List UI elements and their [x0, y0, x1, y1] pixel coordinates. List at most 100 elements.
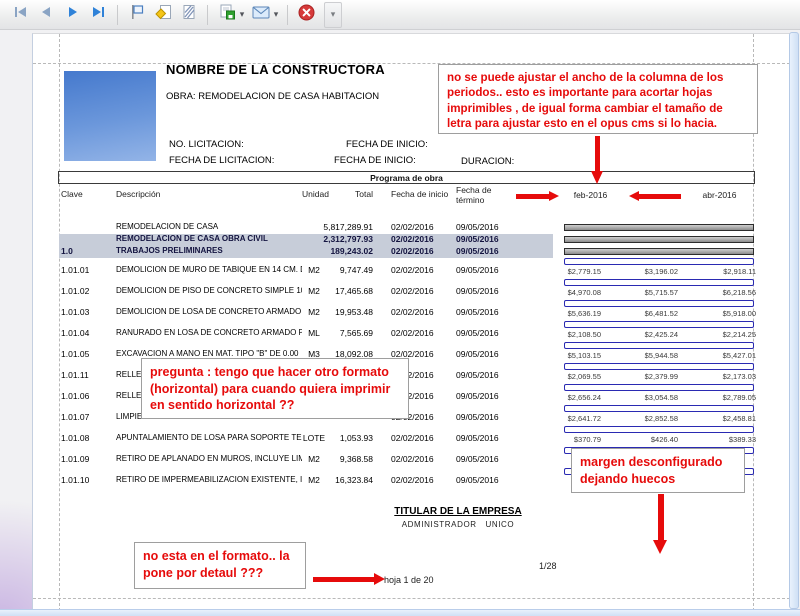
annotation-formato-horizontal: pregunta : tengo que hacer otro formato … — [141, 358, 409, 419]
toolbar-separator — [117, 5, 118, 25]
cell-fecha-termino: 09/05/2016 — [456, 433, 514, 443]
cell-clave: 1.01.08 — [61, 433, 113, 443]
vertical-scrollbar[interactable] — [789, 32, 799, 609]
send-email-button[interactable] — [248, 3, 273, 27]
export-save-button[interactable] — [214, 3, 239, 27]
gantt-bar — [564, 363, 754, 370]
table-row: 1.01.04RANURADO EN LOSA DE CONCRETO ARMA… — [59, 321, 756, 342]
cell-clave: 1.01.09 — [61, 454, 113, 464]
cell-descripcion: RETIRO DE IMPERMEABILIZACION EXISTENTE, … — [116, 475, 302, 484]
email-dropdown-caret[interactable]: ▾ — [271, 9, 281, 20]
toolbar-overflow-button[interactable]: ▾ — [324, 2, 342, 28]
gantt-bar — [564, 384, 754, 391]
cell-periodo-valor: $2,852.58 — [608, 414, 678, 423]
cell-descripcion: APUNTALAMIENTO DE LOSA PARA SOPORTE TEM — [116, 433, 302, 442]
cell-fecha-inicio: 02/02/2016 — [391, 222, 449, 232]
header-clave: Clave — [61, 189, 83, 199]
cell-periodo-valor: $2,641.72 — [531, 414, 601, 423]
cell-clave: 1.01.07 — [61, 412, 113, 422]
annotation-margen: margen desconfigurado dejando huecos — [571, 448, 745, 493]
cell-fecha-termino: 09/05/2016 — [456, 222, 514, 232]
cell-descripcion: DEMOLICION DE LOSA DE CONCRETO ARMADO 2 — [116, 307, 302, 316]
cell-fecha-inicio: 02/02/2016 — [391, 265, 449, 275]
cell-fecha-termino: 09/05/2016 — [456, 370, 514, 380]
close-preview-button[interactable] — [294, 3, 319, 27]
gantt-bar — [564, 342, 754, 349]
cell-fecha-termino: 09/05/2016 — [456, 246, 514, 256]
fecha-licitacion-label: FECHA DE LICITACION: — [169, 155, 274, 166]
page-setup-button[interactable] — [124, 3, 149, 27]
cell-clave: 1.01.11 — [61, 370, 113, 380]
cell-descripcion: RANURADO EN LOSA DE CONCRETO ARMADO PA — [116, 328, 302, 337]
horizontal-scrollbar[interactable] — [0, 609, 800, 616]
titular-empresa: TITULAR DE LA EMPRESA — [373, 506, 543, 517]
annotation-default-footer: no esta en el formato.. la pone por deta… — [134, 542, 306, 589]
report-page: NOMBRE DE LA CONSTRUCTORA OBRA: REMODELA… — [32, 33, 790, 610]
period-column-abr: abr-2016 — [687, 190, 752, 200]
cell-total: 19,953.48 — [309, 307, 373, 317]
cell-periodo-valor: $2,108.50 — [531, 330, 601, 339]
toolbar-overflow-icon: ▾ — [331, 9, 336, 20]
gantt-bar — [564, 405, 754, 412]
annotation-column-width: no se puede ajustar el ancho de la colum… — [438, 64, 758, 134]
cell-periodo-valor: $6,218.56 — [686, 288, 756, 297]
cell-periodo-valor: $426.40 — [608, 435, 678, 444]
cell-clave: 1.01.01 — [61, 265, 113, 275]
header-descripcion: Descripción — [116, 189, 160, 199]
export-dropdown-caret[interactable]: ▾ — [237, 9, 247, 20]
table-row: REMODELACION DE CASA OBRA CIVIL2,312,797… — [59, 234, 756, 246]
administrador-unico: ADMINISTRADOR UNICO — [373, 520, 543, 529]
company-logo — [64, 71, 156, 161]
cell-total: 5,817,289.91 — [309, 222, 373, 232]
nav-first-button[interactable] — [8, 3, 33, 27]
gantt-bar — [564, 321, 754, 328]
gantt-bar — [564, 224, 754, 231]
export-save-icon — [218, 4, 236, 25]
table-row: 1.01.01DEMOLICION DE MURO DE TABIQUE EN … — [59, 258, 756, 279]
cell-periodo-valor: $2,214.25 — [686, 330, 756, 339]
cell-fecha-termino: 09/05/2016 — [456, 265, 514, 275]
cell-clave: 1.01.05 — [61, 349, 113, 359]
nav-last-button[interactable] — [86, 3, 111, 27]
fill-background-icon — [154, 4, 172, 25]
cell-total: 9,747.49 — [309, 265, 373, 275]
cell-clave: 1.0 — [61, 246, 113, 256]
cell-periodo-valor: $5,636.19 — [531, 309, 601, 318]
cell-periodo-valor: $2,656.24 — [531, 393, 601, 402]
cell-fecha-termino: 09/05/2016 — [456, 391, 514, 401]
cell-periodo-valor: $5,918.00 — [686, 309, 756, 318]
cell-periodo-valor: $5,427.01 — [686, 351, 756, 360]
cell-descripcion: DEMOLICION DE MURO DE TABIQUE EN 14 CM. … — [116, 265, 302, 274]
cell-fecha-inicio: 02/02/2016 — [391, 454, 449, 464]
cell-fecha-termino: 09/05/2016 — [456, 286, 514, 296]
cell-periodo-valor: $2,918.11 — [686, 267, 756, 276]
fill-background-button[interactable] — [150, 3, 175, 27]
table-row: REMODELACION DE CASA5,817,289.9102/02/20… — [59, 222, 756, 234]
cell-periodo-valor: $3,196.02 — [608, 267, 678, 276]
cell-fecha-inicio: 02/02/2016 — [391, 246, 449, 256]
gantt-bar — [564, 300, 754, 307]
cell-fecha-inicio: 02/02/2016 — [391, 475, 449, 485]
cell-descripcion: DEMOLICION DE PISO DE CONCRETO SIMPLE 10 — [116, 286, 302, 295]
cell-total: 16,323.84 — [309, 475, 373, 485]
gantt-bar — [564, 248, 754, 255]
cell-fecha-termino: 09/05/2016 — [456, 412, 514, 422]
fecha-inicio-label-2: FECHA DE INICIO: — [334, 155, 416, 166]
cell-clave: 1.01.02 — [61, 286, 113, 296]
cell-fecha-inicio: 02/02/2016 — [391, 234, 449, 244]
cell-fecha-inicio: 02/02/2016 — [391, 286, 449, 296]
cell-fecha-inicio: 02/02/2016 — [391, 328, 449, 338]
cell-periodo-valor: $6,481.52 — [608, 309, 678, 318]
toolbar-separator — [287, 5, 288, 25]
cell-periodo-valor: $389.33 — [686, 435, 756, 444]
cell-periodo-valor: $2,069.55 — [531, 372, 601, 381]
cell-clave: 1.01.03 — [61, 307, 113, 317]
nav-previous-button[interactable] — [34, 3, 59, 27]
cell-periodo-valor: $2,425.24 — [608, 330, 678, 339]
no-licitacion-label: NO. LICITACION: — [169, 139, 244, 150]
cell-fecha-inicio: 02/02/2016 — [391, 307, 449, 317]
nav-previous-icon — [39, 5, 54, 24]
nav-next-button[interactable] — [60, 3, 85, 27]
duracion-label: DURACION: — [461, 156, 514, 167]
watermark-button[interactable] — [176, 3, 201, 27]
